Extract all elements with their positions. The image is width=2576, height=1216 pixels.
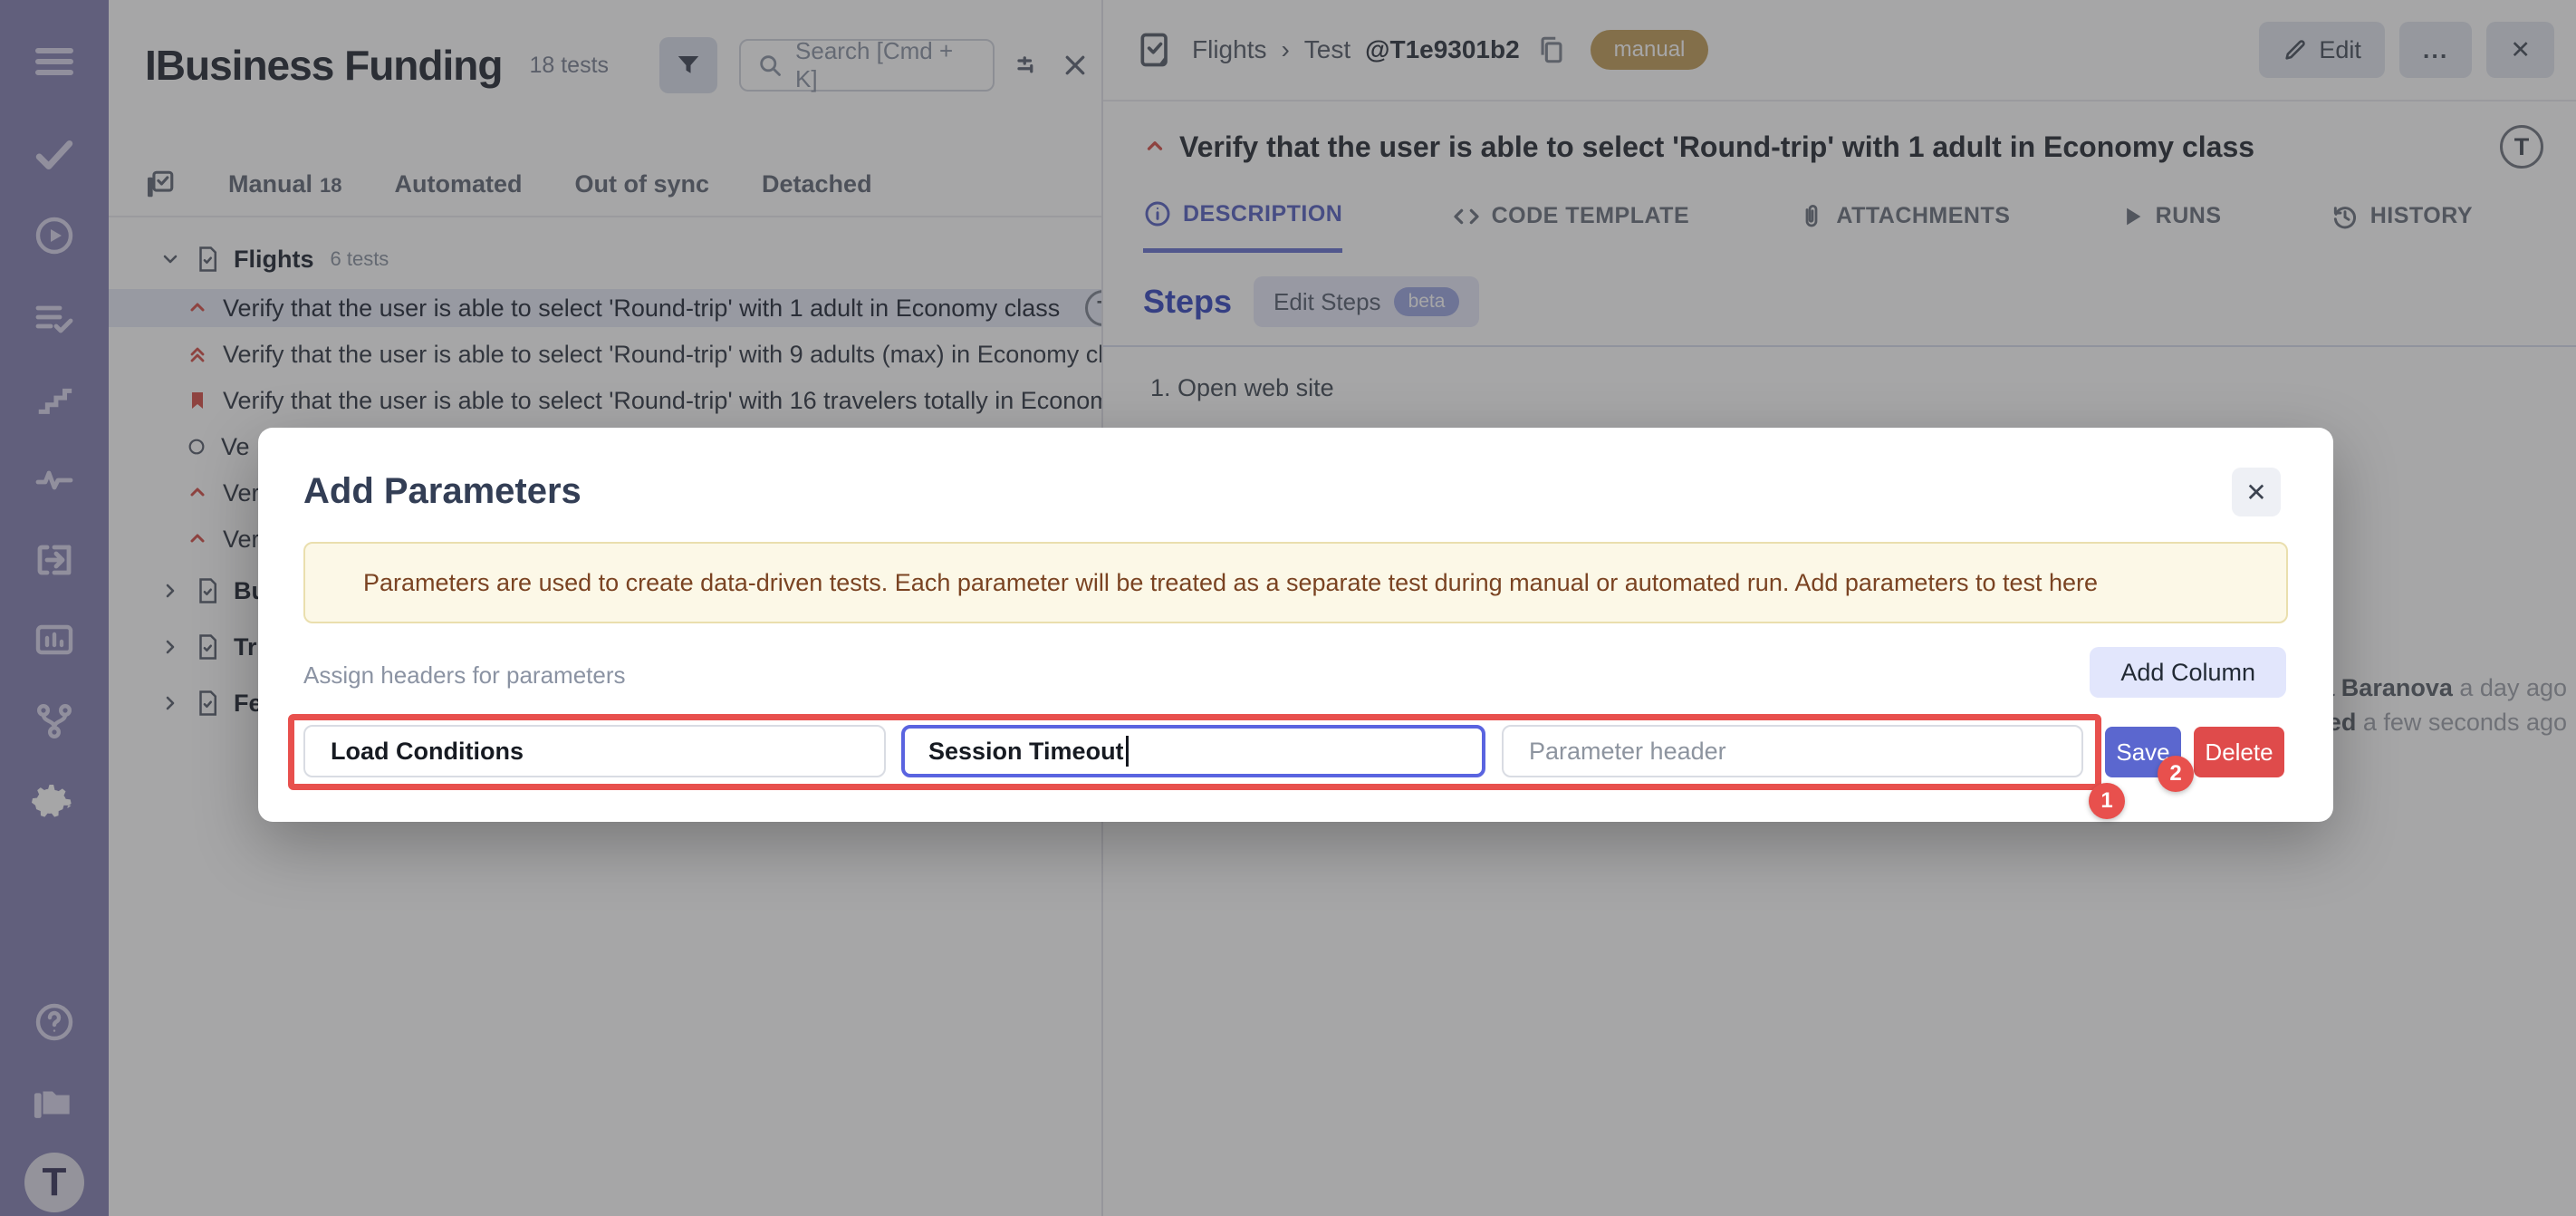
- parameters-info-banner: Parameters are used to create data-drive…: [303, 542, 2288, 623]
- add-column-label: Add Column: [2120, 659, 2255, 687]
- text-cursor: [1126, 736, 1129, 767]
- parameter-header-input-1[interactable]: Load Conditions: [303, 725, 886, 777]
- app-screen: T IBusiness Funding 18 tests Search [Cmd…: [0, 0, 2576, 1216]
- delete-button-label: Delete: [2205, 738, 2273, 767]
- add-parameters-modal: Add Parameters ✕ Parameters are used to …: [258, 428, 2333, 822]
- parameter-value: Load Conditions: [331, 738, 524, 766]
- delete-button[interactable]: Delete: [2194, 727, 2284, 777]
- assign-headers-label: Assign headers for parameters: [303, 661, 626, 690]
- info-text: Parameters are used to create data-drive…: [363, 569, 2098, 597]
- add-column-button[interactable]: Add Column: [2090, 647, 2286, 698]
- annotation-badge-2: 2: [2158, 756, 2194, 792]
- modal-title: Add Parameters: [303, 471, 582, 512]
- parameter-placeholder: Parameter header: [1529, 738, 1726, 766]
- close-icon: ✕: [2245, 478, 2266, 507]
- modal-close-button[interactable]: ✕: [2232, 468, 2281, 516]
- annotation-badge-1: 1: [2089, 783, 2125, 819]
- parameter-header-input-3[interactable]: Parameter header: [1502, 725, 2083, 777]
- parameter-header-input-2[interactable]: Session Timeout: [901, 725, 1485, 777]
- parameter-value: Session Timeout: [928, 738, 1124, 766]
